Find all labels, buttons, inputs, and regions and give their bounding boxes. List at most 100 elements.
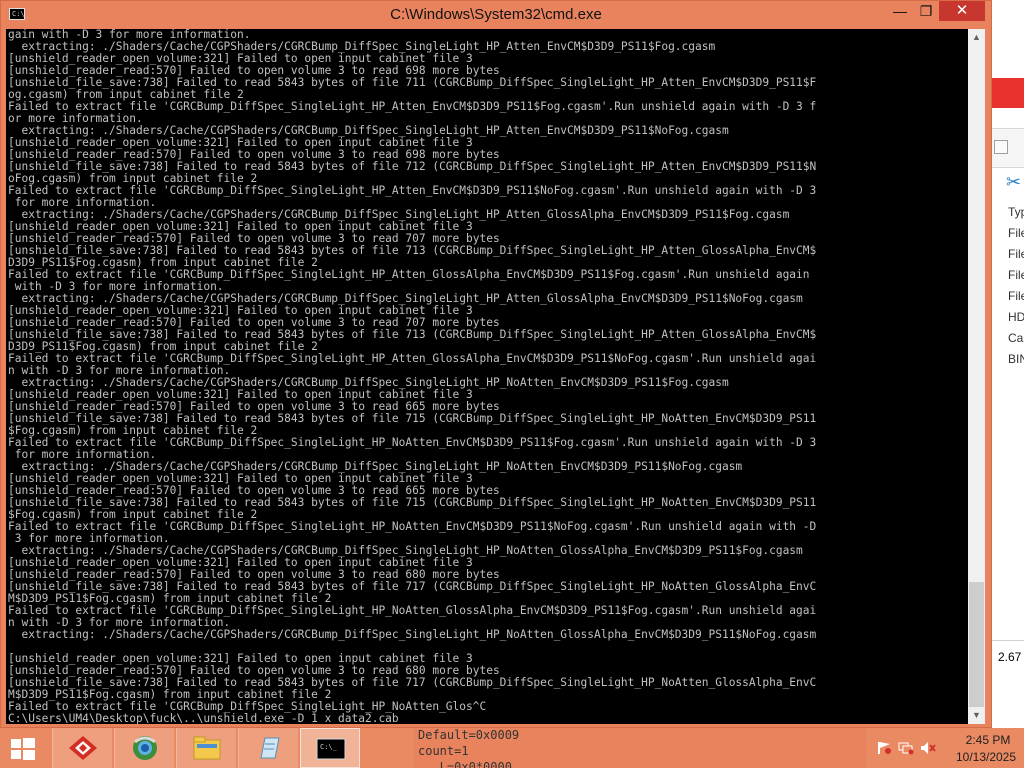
console-line: [unshield_reader_open_volume:321] Failed… <box>8 221 473 233</box>
console-line: [unshield_reader_read:570] Failed to ope… <box>8 233 500 245</box>
list-item[interactable]: File <box>1008 223 1024 244</box>
console-line: Failed to extract file 'CGRCBump_DiffSpe… <box>8 101 817 113</box>
console-line: [unshield_reader_open_volume:321] Failed… <box>8 53 473 65</box>
console-line: Failed to extract file 'CGRCBump_DiffSpe… <box>8 605 817 617</box>
window-title: C:\Windows\System32\cmd.exe <box>390 6 602 23</box>
preview-line: count=1 <box>418 744 469 758</box>
taskbar-browser-app[interactable] <box>114 728 174 768</box>
preview-line: L=0x0*0000 <box>418 760 512 768</box>
list-item[interactable]: File <box>1008 265 1024 286</box>
clock-time[interactable]: 2:45 PM <box>954 733 1022 747</box>
console-line: n with -D 3 for more information. <box>8 365 231 377</box>
console-line: $Fog.cgasm) from input cabinet file 2 <box>8 509 258 521</box>
cmd-window[interactable]: C:\_ C:\Windows\System32\cmd.exe — ❐ ✕ g… <box>0 0 992 728</box>
notepad-icon <box>260 737 280 759</box>
console-line: [unshield_reader_read:570] Failed to ope… <box>8 401 500 413</box>
taskbar-file-explorer[interactable] <box>176 728 236 768</box>
command-prompt-icon: C:\_ <box>316 738 346 760</box>
close-button[interactable]: ✕ <box>939 1 985 21</box>
console-line: oFog.cgasm) from input cabinet file 2 <box>8 173 258 185</box>
list-item[interactable]: HD <box>1008 307 1024 328</box>
scroll-up-arrow-icon[interactable]: ▲ <box>968 29 985 46</box>
console-line: [unshield_reader_open_volume:321] Failed… <box>8 389 473 401</box>
console-line: C:\Users\UM4\Desktop\fuck\..\unshield.ex… <box>8 713 399 724</box>
console-output[interactable]: gain with -D 3 for more information. ext… <box>6 29 968 724</box>
console-line: extracting: ./Shaders/Cache/CGPShaders/C… <box>8 41 716 53</box>
background-window[interactable]: ✂ Typ File File File File HD Cal BIN 2.6… <box>992 0 1024 728</box>
console-line: Failed to extract file 'CGRCBump_DiffSpe… <box>8 701 487 713</box>
taskbar-adobe-app[interactable] <box>52 728 112 768</box>
console-lines: gain with -D 3 for more information. ext… <box>8 29 968 724</box>
maximize-button[interactable]: ❐ <box>913 1 939 21</box>
console-line: [unshield_file_save:738] Failed to read … <box>8 245 817 257</box>
volume-muted-icon[interactable] <box>920 741 936 755</box>
console-line: n with -D 3 for more information. <box>8 617 231 629</box>
list-item[interactable]: Cal <box>1008 328 1024 349</box>
console-line: extracting: ./Shaders/Cache/CGPShaders/C… <box>8 629 817 641</box>
console-line: gain with -D 3 for more information. <box>8 29 251 41</box>
minimize-button[interactable]: — <box>887 1 913 21</box>
list-item[interactable]: BIN <box>1008 349 1024 370</box>
console-line: Failed to extract file 'CGRCBump_DiffSpe… <box>8 269 810 281</box>
background-file-list: Typ File File File File HD Cal BIN <box>1008 202 1024 370</box>
action-center-flag-icon[interactable] <box>876 741 892 755</box>
console-line: [unshield_file_save:738] Failed to read … <box>8 677 817 689</box>
scissors-icon[interactable]: ✂ <box>1006 172 1021 193</box>
console-line: [unshield_reader_read:570] Failed to ope… <box>8 317 500 329</box>
console-line: with -D 3 for more information. <box>8 281 224 293</box>
console-line: M$D3D9_PS11$Fog.cgasm) from input cabine… <box>8 593 332 605</box>
taskbar: C:\_ Default=0x0009 count=1 L=0x0*0000 2… <box>0 728 1024 768</box>
console-line: Failed to extract file 'CGRCBump_DiffSpe… <box>8 521 817 533</box>
console-line: [unshield_reader_open_volume:321] Failed… <box>8 137 473 149</box>
clock-date[interactable]: 10/13/2025 <box>950 750 1022 764</box>
console-line: 3 for more information. <box>8 533 170 545</box>
console-line: [unshield_reader_open_volume:321] Failed… <box>8 557 473 569</box>
refresh-icon[interactable] <box>994 140 1008 154</box>
list-item[interactable]: File <box>1008 244 1024 265</box>
console-line: [unshield_reader_open_volume:321] Failed… <box>8 653 473 665</box>
console-line: [unshield_reader_open_volume:321] Failed… <box>8 305 473 317</box>
title-bar[interactable]: C:\_ C:\Windows\System32\cmd.exe — ❐ ✕ <box>1 1 991 29</box>
divider <box>992 640 1024 641</box>
console-line: og.cgasm) from input cabinet file 2 <box>8 89 244 101</box>
console-line: M$D3D9_PS11$Fog.cgasm) from input cabine… <box>8 689 332 701</box>
console-line: for more information. <box>8 449 157 461</box>
console-line: [unshield_reader_read:570] Failed to ope… <box>8 149 500 161</box>
list-item[interactable]: Typ <box>1008 202 1024 223</box>
console-line: extracting: ./Shaders/Cache/CGPShaders/C… <box>8 545 803 557</box>
list-item[interactable]: File <box>1008 286 1024 307</box>
console-line: [unshield_file_save:738] Failed to read … <box>8 161 817 173</box>
console-line: Failed to extract file 'CGRCBump_DiffSpe… <box>8 185 817 197</box>
chrome-like-browser-icon <box>133 736 157 760</box>
vertical-scrollbar[interactable]: ▲ ▼ <box>968 29 985 724</box>
preview-line: Default=0x0009 <box>418 728 520 742</box>
console-line: for more information. <box>8 197 157 209</box>
console-line: [unshield_reader_read:570] Failed to ope… <box>8 665 500 677</box>
console-line: or more information. <box>8 113 143 125</box>
taskbar-notepad[interactable] <box>238 728 298 768</box>
console-line: extracting: ./Shaders/Cache/CGPShaders/C… <box>8 293 803 305</box>
start-button[interactable] <box>0 728 46 768</box>
console-line: [unshield_reader_open_volume:321] Failed… <box>8 473 473 485</box>
console-line: [unshield_reader_read:570] Failed to ope… <box>8 65 500 77</box>
svg-text:C:\_: C:\_ <box>320 743 338 751</box>
console-line: [unshield_file_save:738] Failed to read … <box>8 581 817 593</box>
adobe-app-icon <box>69 736 97 760</box>
scroll-down-arrow-icon[interactable]: ▼ <box>968 707 985 724</box>
background-window-ribbon <box>992 78 1024 108</box>
system-tray: 2:45 PM 10/13/2025 <box>866 728 1024 768</box>
console-line: [unshield_file_save:738] Failed to read … <box>8 329 817 341</box>
console-line: [unshield_reader_read:570] Failed to ope… <box>8 569 500 581</box>
file-explorer-icon <box>193 736 221 760</box>
background-text-preview: Default=0x0009 count=1 L=0x0*0000 <box>414 728 866 768</box>
desktop: ✂ Typ File File File File HD Cal BIN 2.6… <box>0 0 1024 768</box>
scrollbar-thumb[interactable] <box>969 582 984 707</box>
console-line: Failed to extract file 'CGRCBump_DiffSpe… <box>8 437 817 449</box>
console-line: extracting: ./Shaders/Cache/CGPShaders/C… <box>8 461 743 473</box>
console-line: [unshield_file_save:738] Failed to read … <box>8 413 817 425</box>
console-line: $Fog.cgasm) from input cabinet file 2 <box>8 425 258 437</box>
taskbar-command-prompt[interactable]: C:\_ <box>300 728 360 768</box>
network-icon[interactable] <box>898 741 914 755</box>
console-line: D3D9_PS11$Fog.cgasm) from input cabinet … <box>8 257 318 269</box>
